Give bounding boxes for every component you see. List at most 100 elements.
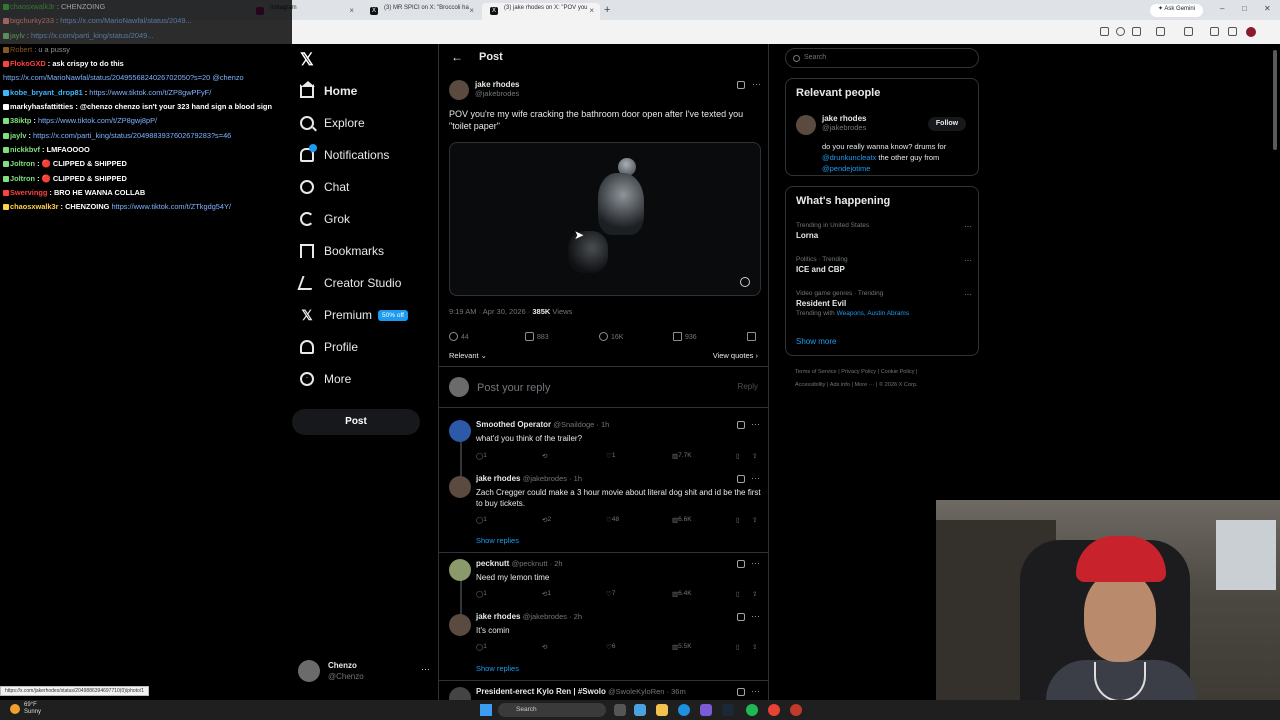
more-options-icon[interactable]: ··· bbox=[964, 290, 972, 299]
avatar[interactable] bbox=[449, 614, 471, 636]
views-icon[interactable]: ▥ 7.7K bbox=[672, 452, 692, 460]
chat-link[interactable]: https://x.com/parti_king/status/20498839… bbox=[33, 131, 231, 140]
grok-icon[interactable] bbox=[737, 81, 745, 89]
footer-link[interactable]: Terms of Service bbox=[795, 369, 837, 375]
extensions-icon[interactable] bbox=[1156, 27, 1165, 36]
reply-count[interactable]: ◯ 1 bbox=[476, 452, 487, 460]
reply-count[interactable]: ◯ 1 bbox=[476, 516, 487, 524]
views-icon[interactable]: ▥ 6.6K bbox=[672, 516, 692, 524]
weather-widget[interactable]: 69°F Sunny bbox=[10, 702, 41, 716]
repost-action[interactable]: 883 bbox=[525, 332, 549, 341]
install-app-icon[interactable] bbox=[1100, 27, 1109, 36]
maximize-icon[interactable]: □ bbox=[1242, 4, 1247, 13]
minimize-icon[interactable]: – bbox=[1220, 4, 1224, 13]
app-icon[interactable] bbox=[790, 704, 802, 716]
repost-icon[interactable]: ⟲ 1 bbox=[542, 590, 551, 598]
avatar[interactable] bbox=[449, 559, 471, 581]
taskbar-search[interactable]: Search bbox=[498, 703, 606, 717]
account-switcher[interactable]: Chenzo @Chenzo ··· bbox=[298, 658, 430, 686]
ask-gemini-button[interactable]: ✦ Ask Gemini bbox=[1150, 4, 1204, 17]
reply-count[interactable]: ◯ 1 bbox=[476, 643, 487, 651]
bookmark-icon[interactable]: ▯ bbox=[736, 516, 740, 524]
nav-item-premium[interactable]: 𝕏 Premium 50% off bbox=[300, 304, 408, 326]
browser-profile-avatar[interactable] bbox=[1246, 27, 1256, 37]
close-window-icon[interactable]: ✕ bbox=[1264, 4, 1271, 13]
search-input[interactable]: Search bbox=[785, 48, 979, 68]
nav-item-more[interactable]: · More bbox=[300, 368, 351, 390]
follow-button[interactable]: Follow bbox=[928, 117, 966, 131]
avatar[interactable] bbox=[449, 420, 471, 442]
chat-link[interactable]: https://www.tiktok.com/t/ZP8gwj8pP/ bbox=[38, 116, 157, 125]
more-options-icon[interactable]: ··· bbox=[752, 79, 761, 89]
task-view-icon[interactable] bbox=[614, 704, 626, 716]
download-icon[interactable] bbox=[1210, 27, 1219, 36]
star-icon[interactable] bbox=[1132, 27, 1141, 36]
reply-button[interactable]: Reply bbox=[738, 382, 758, 391]
steam-icon[interactable] bbox=[722, 704, 734, 716]
repost-icon[interactable]: ⟲ bbox=[542, 452, 547, 460]
chat-link[interactable]: https://www.tiktok.com/t/ZTkgdg54Y/ bbox=[111, 202, 231, 211]
reply-input[interactable]: Post your reply bbox=[477, 382, 550, 394]
browser-tab-jake-rhodes[interactable]: X (3) jake rhodes on X: "POV you × bbox=[482, 3, 600, 20]
post-video[interactable]: ➤ bbox=[449, 142, 761, 296]
views-icon[interactable]: ▥ 6.4K bbox=[672, 590, 692, 598]
footer-link[interactable]: Cookie Policy bbox=[881, 369, 915, 375]
reading-list-icon[interactable] bbox=[1228, 27, 1237, 36]
nav-item-bookmarks[interactable]: Bookmarks bbox=[300, 240, 384, 262]
reply-count[interactable]: ◯ 1 bbox=[476, 590, 487, 598]
show-replies-link[interactable]: Show replies bbox=[476, 536, 519, 545]
more-options-icon[interactable]: ··· bbox=[751, 611, 760, 621]
trend-item[interactable]: Trending in United States Lorna ··· bbox=[796, 222, 972, 240]
scrollbar-thumb[interactable] bbox=[1273, 50, 1277, 150]
heart-icon[interactable]: ♡ 1 bbox=[606, 452, 615, 460]
heart-icon[interactable]: ♡ 48 bbox=[606, 516, 619, 524]
chrome-icon[interactable] bbox=[768, 704, 780, 716]
repost-icon[interactable]: ⟲ 2 bbox=[542, 516, 551, 524]
share-action[interactable] bbox=[747, 332, 759, 341]
nav-item-grok[interactable]: Grok bbox=[300, 208, 350, 230]
chat-link[interactable]: https://x.com/MarioNawfal/status/2049... bbox=[60, 16, 191, 25]
post-button[interactable]: Post bbox=[292, 409, 420, 435]
grok-icon[interactable] bbox=[737, 613, 745, 621]
zoom-icon[interactable] bbox=[1116, 27, 1125, 36]
avatar[interactable] bbox=[449, 476, 471, 498]
bookmark-icon[interactable]: ▯ bbox=[736, 452, 740, 460]
like-action[interactable]: 16K bbox=[599, 332, 623, 341]
post-author[interactable]: jake rhodes @jakebrodes bbox=[475, 80, 519, 98]
spotify-icon[interactable] bbox=[746, 704, 758, 716]
views-icon[interactable]: ▥ 5.5K bbox=[672, 643, 692, 651]
more-options-icon[interactable]: ··· bbox=[751, 558, 760, 568]
chat-link[interactable]: https://x.com/MarioNawfal/status/2049556… bbox=[3, 73, 244, 82]
trend-item[interactable]: Video game genres · Trending Resident Ev… bbox=[796, 290, 972, 317]
close-tab-icon[interactable]: × bbox=[469, 6, 474, 15]
widgets-icon[interactable] bbox=[634, 704, 646, 716]
file-explorer-icon[interactable] bbox=[656, 704, 668, 716]
more-options-icon[interactable]: ··· bbox=[751, 419, 760, 429]
share-icon[interactable]: ⇪ bbox=[752, 590, 757, 598]
browser-tab-mr-spici[interactable]: X (3) MR SPICI on X: "Broccoli ha × bbox=[362, 3, 480, 20]
heart-icon[interactable]: ♡ 6 bbox=[606, 643, 615, 651]
close-tab-icon[interactable]: × bbox=[589, 6, 594, 15]
chat-link[interactable]: https://www.tiktok.com/t/ZP8gwPFyF/ bbox=[89, 88, 211, 97]
trend-item[interactable]: Politics · Trending ICE and CBP ··· bbox=[796, 256, 972, 274]
more-options-icon[interactable]: ··· bbox=[751, 686, 760, 696]
bookmark-icon[interactable]: ▯ bbox=[736, 590, 740, 598]
bio-link[interactable]: @pendejotime bbox=[822, 164, 870, 173]
nav-item-notifications[interactable]: Notifications bbox=[300, 144, 389, 166]
back-arrow-icon[interactable]: ← bbox=[451, 50, 463, 64]
close-tab-icon[interactable]: × bbox=[349, 6, 354, 15]
grok-icon[interactable] bbox=[737, 688, 745, 696]
repost-icon[interactable]: ⟲ bbox=[542, 643, 547, 651]
share-icon[interactable]: ⇪ bbox=[752, 516, 757, 524]
sidebar-icon[interactable] bbox=[1184, 27, 1193, 36]
nav-item-profile[interactable]: Profile bbox=[300, 336, 358, 358]
more-options-icon[interactable]: ··· bbox=[964, 222, 972, 231]
grok-icon[interactable] bbox=[737, 560, 745, 568]
nav-item-chat[interactable]: Chat bbox=[300, 176, 349, 198]
bookmark-icon[interactable]: ▯ bbox=[736, 643, 740, 651]
share-icon[interactable]: ⇪ bbox=[752, 452, 757, 460]
footer-link[interactable]: Privacy Policy bbox=[841, 369, 876, 375]
footer-link[interactable]: Accessibility bbox=[795, 382, 825, 388]
heart-icon[interactable]: ♡ 7 bbox=[606, 590, 615, 598]
show-replies-link[interactable]: Show replies bbox=[476, 664, 519, 673]
